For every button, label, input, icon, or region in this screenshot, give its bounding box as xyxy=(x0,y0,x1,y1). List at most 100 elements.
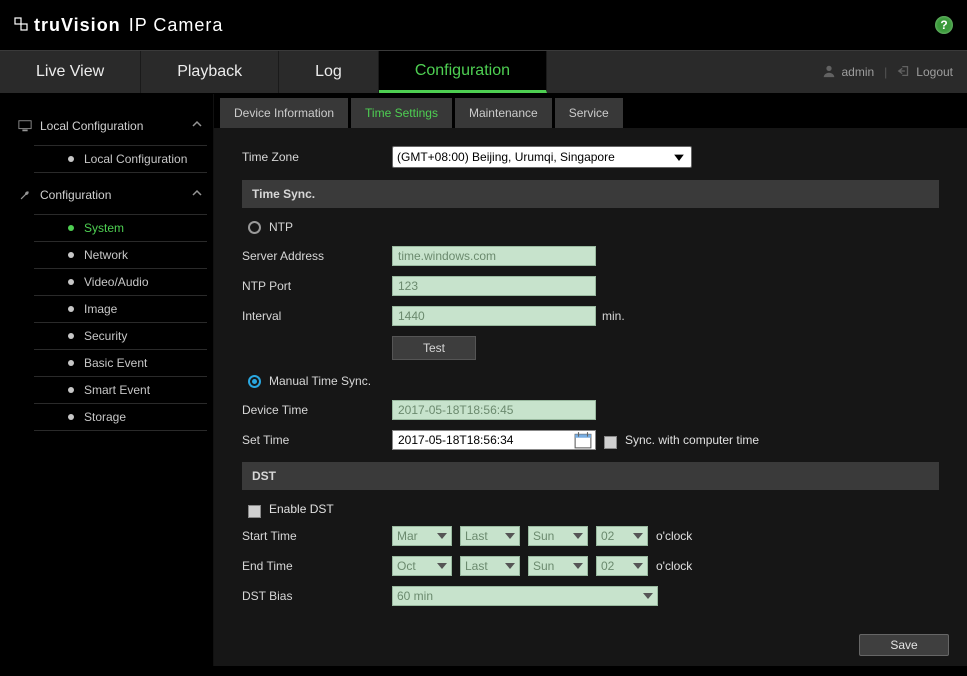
sidebar-item-smart-event[interactable]: Smart Event xyxy=(34,377,207,404)
user-separator: | xyxy=(884,65,887,79)
sidebar-item-label: Storage xyxy=(84,410,126,424)
bullet-icon xyxy=(68,279,74,285)
radio-manual-time-sync[interactable]: Manual Time Sync. xyxy=(248,374,939,388)
sidebar-item-label: Local Configuration xyxy=(84,152,187,166)
sidebar-group-local-config[interactable]: Local Configuration xyxy=(14,112,207,139)
bullet-icon xyxy=(68,156,74,162)
radio-manual-label: Manual Time Sync. xyxy=(269,374,371,388)
start-month-select[interactable]: Mar xyxy=(392,526,452,546)
user-area: admin | Logout xyxy=(822,51,967,93)
bullet-icon xyxy=(68,387,74,393)
sidebar-item-security[interactable]: Security xyxy=(34,323,207,350)
brand-bar: truVision IP Camera ? xyxy=(0,0,967,50)
chevron-down-icon xyxy=(505,533,515,539)
calendar-icon[interactable] xyxy=(574,431,592,449)
sidebar-item-video-audio[interactable]: Video/Audio xyxy=(34,269,207,296)
start-hour-select[interactable]: 02 xyxy=(596,526,648,546)
interval-input[interactable] xyxy=(392,306,596,326)
start-oclock-label: o'clock xyxy=(656,529,692,543)
help-icon[interactable]: ? xyxy=(935,16,953,34)
sidebar: Local Configuration Local Configuration … xyxy=(0,94,214,666)
device-time-input xyxy=(392,400,596,420)
bullet-icon xyxy=(68,360,74,366)
sidebar-item-label: Image xyxy=(84,302,117,316)
tab-maintenance[interactable]: Maintenance xyxy=(455,98,552,128)
tab-service[interactable]: Service xyxy=(555,98,623,128)
tab-bar: Device Information Time Settings Mainten… xyxy=(214,94,967,128)
bullet-icon xyxy=(68,306,74,312)
sidebar-item-label: System xyxy=(84,221,124,235)
wrench-icon xyxy=(18,188,32,202)
brand: truVision IP Camera xyxy=(14,15,223,36)
nav-live-view[interactable]: Live View xyxy=(0,51,141,93)
main-nav: Live View Playback Log Configuration adm… xyxy=(0,50,967,94)
sidebar-group-configuration[interactable]: Configuration xyxy=(14,181,207,208)
save-button[interactable]: Save xyxy=(859,634,949,656)
timezone-select[interactable]: (GMT+08:00) Beijing, Urumqi, Singapore xyxy=(392,146,692,168)
end-hour-select[interactable]: 02 xyxy=(596,556,648,576)
start-week-select[interactable]: Last xyxy=(460,526,520,546)
chevron-down-icon xyxy=(643,593,653,599)
bullet-icon xyxy=(68,414,74,420)
chevron-down-icon xyxy=(573,533,583,539)
set-time-label: Set Time xyxy=(242,433,392,447)
enable-dst-checkbox[interactable] xyxy=(248,505,261,518)
sidebar-item-image[interactable]: Image xyxy=(34,296,207,323)
radio-ntp-label: NTP xyxy=(269,220,293,234)
server-address-input[interactable] xyxy=(392,246,596,266)
bullet-icon xyxy=(68,225,74,231)
dst-bias-label: DST Bias xyxy=(242,589,392,603)
end-time-label: End Time xyxy=(242,559,392,573)
content-area: Device Information Time Settings Mainten… xyxy=(214,94,967,666)
section-dst: DST xyxy=(242,462,939,490)
device-time-label: Device Time xyxy=(242,403,392,417)
server-address-label: Server Address xyxy=(242,249,392,263)
end-week-select[interactable]: Last xyxy=(460,556,520,576)
ntp-port-input[interactable] xyxy=(392,276,596,296)
logout-icon xyxy=(897,64,911,81)
bullet-icon xyxy=(68,252,74,258)
chevron-down-icon xyxy=(437,563,447,569)
sidebar-item-storage[interactable]: Storage xyxy=(34,404,207,431)
start-time-label: Start Time xyxy=(242,529,392,543)
sync-computer-checkbox[interactable] xyxy=(604,436,617,449)
end-oclock-label: o'clock xyxy=(656,559,692,573)
sidebar-item-basic-event[interactable]: Basic Event xyxy=(34,350,207,377)
sidebar-item-label: Video/Audio xyxy=(84,275,149,289)
chevron-down-icon xyxy=(633,563,643,569)
tab-device-information[interactable]: Device Information xyxy=(220,98,348,128)
sidebar-item-network[interactable]: Network xyxy=(34,242,207,269)
dst-bias-select[interactable]: 60 min xyxy=(392,586,658,606)
sidebar-item-label: Security xyxy=(84,329,127,343)
chevron-down-icon xyxy=(437,533,447,539)
sidebar-item-label: Smart Event xyxy=(84,383,150,397)
interval-unit: min. xyxy=(602,309,625,323)
chevron-down-icon xyxy=(633,533,643,539)
radio-ntp[interactable]: NTP xyxy=(248,220,939,234)
end-day-select[interactable]: Sun xyxy=(528,556,588,576)
test-button[interactable]: Test xyxy=(392,336,476,360)
nav-log[interactable]: Log xyxy=(279,51,379,93)
bullet-icon xyxy=(68,333,74,339)
chevron-up-icon xyxy=(191,118,203,133)
tab-time-settings[interactable]: Time Settings xyxy=(351,98,452,128)
start-day-select[interactable]: Sun xyxy=(528,526,588,546)
end-month-select[interactable]: Oct xyxy=(392,556,452,576)
logout-link[interactable]: Logout xyxy=(916,65,953,79)
brand-logo: truVision xyxy=(34,15,121,36)
nav-configuration[interactable]: Configuration xyxy=(379,51,547,93)
set-time-input[interactable] xyxy=(392,430,596,450)
monitor-icon xyxy=(18,119,32,133)
nav-playback[interactable]: Playback xyxy=(141,51,279,93)
user-name[interactable]: admin xyxy=(841,65,874,79)
timezone-label: Time Zone xyxy=(242,150,392,164)
sync-computer-label: Sync. with computer time xyxy=(625,433,759,447)
radio-icon xyxy=(248,375,261,388)
sidebar-item-local-configuration[interactable]: Local Configuration xyxy=(34,145,207,173)
settings-panel: Time Zone (GMT+08:00) Beijing, Urumqi, S… xyxy=(214,128,967,676)
sidebar-item-label: Network xyxy=(84,248,128,262)
chevron-down-icon xyxy=(671,149,687,165)
sidebar-item-label: Basic Event xyxy=(84,356,147,370)
sidebar-item-system[interactable]: System xyxy=(34,214,207,242)
interval-label: Interval xyxy=(242,309,392,323)
